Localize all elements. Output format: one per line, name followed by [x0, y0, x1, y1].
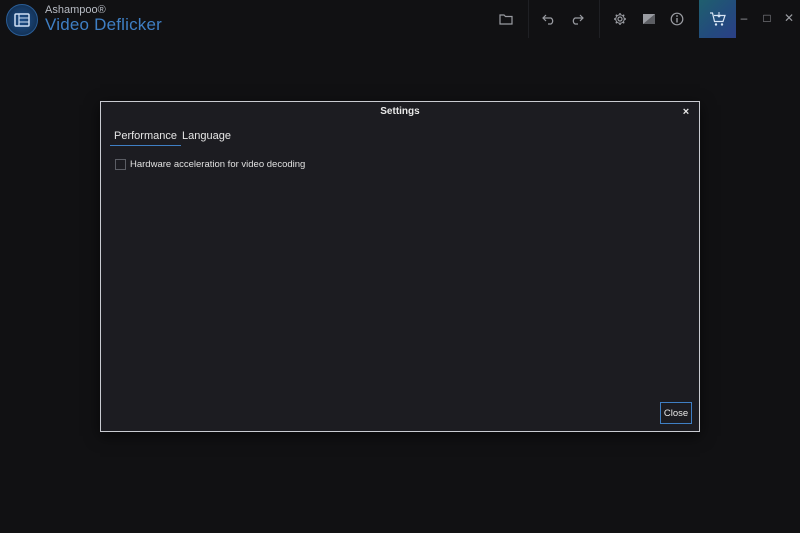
dialog-close-icon[interactable]: × — [680, 106, 692, 118]
option-row: Hardware acceleration for video decoding — [115, 157, 305, 171]
redo-icon[interactable] — [567, 9, 587, 29]
hardware-acceleration-label: Hardware acceleration for video decoding — [130, 158, 306, 170]
toolbar-separator — [599, 0, 600, 38]
minimize-button[interactable]: – — [736, 10, 752, 26]
window-close-button[interactable]: ✕ — [781, 10, 797, 26]
maximize-button[interactable]: □ — [759, 10, 775, 26]
dialog-title: Settings — [380, 106, 420, 117]
hardware-acceleration-checkbox[interactable] — [115, 158, 126, 170]
title-bar: Ashampoo® Video Deflicker – □ ✕ — [0, 0, 800, 38]
image-icon[interactable] — [639, 9, 659, 29]
undo-icon[interactable] — [539, 9, 559, 29]
gear-icon[interactable] — [610, 9, 630, 29]
cart-icon[interactable] — [699, 0, 736, 38]
app-logo-icon — [6, 4, 38, 36]
close-button[interactable]: Close — [660, 402, 692, 424]
tab-performance[interactable]: Performance — [110, 130, 181, 146]
tab-language[interactable]: Language — [182, 130, 231, 145]
info-icon[interactable] — [667, 9, 687, 29]
folder-icon[interactable] — [496, 9, 516, 29]
toolbar-separator — [528, 0, 529, 38]
settings-dialog: Settings × Performance Language Hardware… — [100, 101, 700, 432]
app-title: Video Deflicker — [45, 15, 163, 34]
